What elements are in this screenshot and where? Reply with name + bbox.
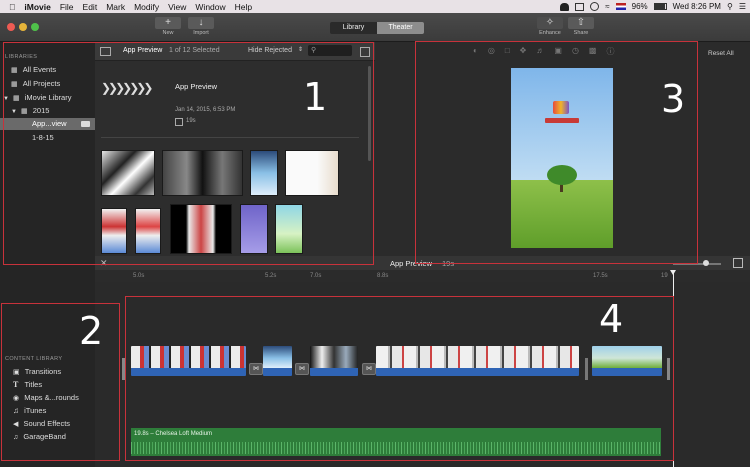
ghost-icon[interactable] xyxy=(560,2,570,11)
enhance-label: Enhance xyxy=(539,30,561,36)
new-label: New xyxy=(162,30,174,36)
plus-icon: + xyxy=(165,17,171,28)
timeline-ruler[interactable]: 5.0s 5.2s 7.0s 8.8s 17.5s 19 xyxy=(125,270,750,282)
download-icon: ↓ xyxy=(198,17,204,28)
wifi-icon[interactable]: ≈ xyxy=(605,2,609,11)
battery-icon[interactable] xyxy=(653,3,667,10)
minimize-window-button[interactable] xyxy=(19,23,27,31)
flag-icon[interactable] xyxy=(615,3,626,10)
close-window-button[interactable] xyxy=(7,23,15,31)
menu-view[interactable]: View xyxy=(168,2,186,12)
camera-icon[interactable] xyxy=(575,2,585,11)
import-button[interactable]: ↓ xyxy=(188,17,214,29)
toolbar: + New ↓ Import Library Theater ✧ Enhance… xyxy=(0,13,750,42)
new-button[interactable]: + xyxy=(155,17,181,29)
callout-number-3: 3 xyxy=(661,77,686,121)
battery-percent[interactable]: 96% xyxy=(632,2,648,11)
list-icon[interactable]: ☰ xyxy=(739,2,746,11)
menu-modify[interactable]: Modify xyxy=(134,2,159,12)
tab-theater[interactable]: Theater xyxy=(377,22,424,34)
callout-box-4 xyxy=(125,296,674,461)
playhead-handle[interactable] xyxy=(670,270,676,275)
menu-mark[interactable]: Mark xyxy=(106,2,125,12)
menu-window[interactable]: Window xyxy=(195,2,225,12)
import-label: Import xyxy=(193,30,209,36)
clip-appearance-icon[interactable] xyxy=(733,258,743,268)
callout-number-4: 4 xyxy=(599,297,624,341)
callout-number-2: 2 xyxy=(79,309,104,353)
reset-all-button[interactable]: Reset All xyxy=(708,50,734,57)
ruler-tick: 5.2s xyxy=(265,273,277,279)
ruler-tick: 7.0s xyxy=(310,273,322,279)
menu-edit[interactable]: Edit xyxy=(83,2,98,12)
clock[interactable]: Wed 8:26 PM xyxy=(673,2,721,11)
ruler-tick: 5.0s xyxy=(133,273,145,279)
share-button[interactable]: ⇧ xyxy=(568,17,594,29)
menu-app-name[interactable]: iMovie xyxy=(24,2,50,12)
view-mode-segmented-control: Library Theater xyxy=(330,22,424,34)
apple-menu-icon[interactable]:  xyxy=(9,2,15,12)
share-label: Share xyxy=(573,30,589,36)
enhance-button[interactable]: ✧ xyxy=(537,17,563,29)
tab-library[interactable]: Library xyxy=(330,22,377,34)
ruler-tick: 17.5s xyxy=(593,273,608,279)
share-icon: ⇧ xyxy=(576,17,586,28)
search-icon[interactable]: ⚲ xyxy=(727,2,733,11)
menu-help[interactable]: Help xyxy=(235,2,252,12)
time-machine-icon[interactable] xyxy=(590,2,600,11)
zoom-window-button[interactable] xyxy=(31,23,39,31)
callout-number-1: 1 xyxy=(303,75,328,119)
zoom-slider-knob[interactable] xyxy=(703,260,709,266)
ruler-tick: 19 xyxy=(661,273,668,279)
callout-box-3 xyxy=(415,41,698,264)
menu-bar:  iMovie File Edit Mark Modify View Wind… xyxy=(0,0,750,13)
magic-wand-icon: ✧ xyxy=(545,17,555,28)
ruler-tick: 8.8s xyxy=(377,273,389,279)
menu-file[interactable]: File xyxy=(60,2,74,12)
